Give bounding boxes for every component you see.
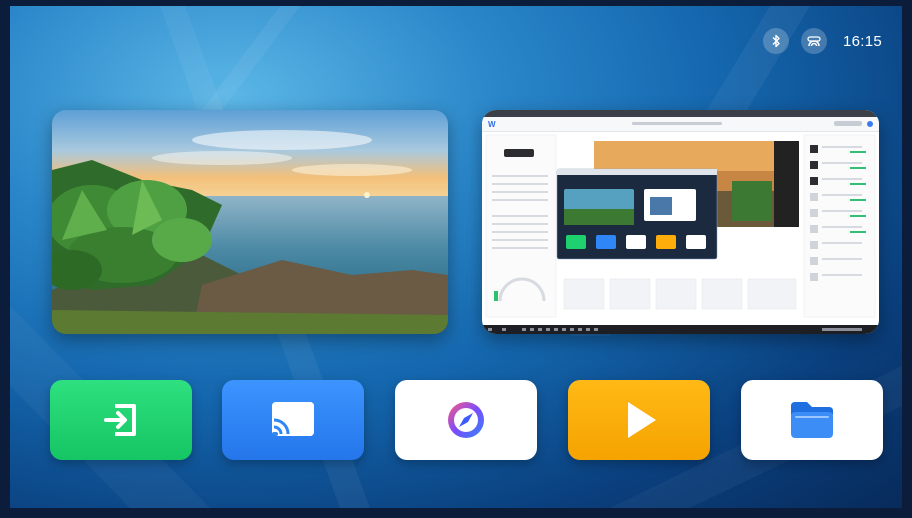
folder-icon bbox=[791, 402, 833, 438]
cast-preview-card[interactable]: W bbox=[482, 110, 879, 334]
tv-home-screen: 16:15 W bbox=[10, 6, 902, 508]
browser-button[interactable] bbox=[395, 380, 537, 460]
mirrored-taskbar bbox=[482, 325, 879, 334]
mirrored-browser-tabs bbox=[482, 110, 879, 117]
input-source-icon bbox=[104, 404, 136, 436]
screen-mirroring-icon[interactable] bbox=[800, 28, 827, 54]
bluetooth-icon[interactable] bbox=[762, 28, 789, 54]
mirrored-app-header: W bbox=[482, 117, 879, 132]
screen-cast-icon bbox=[272, 402, 314, 436]
wallpaper-preview-card[interactable] bbox=[52, 110, 448, 334]
status-bar: 16:15 bbox=[762, 28, 882, 54]
clock: 16:15 bbox=[842, 32, 882, 50]
svg-text:W: W bbox=[488, 120, 496, 129]
video-player-button[interactable] bbox=[568, 380, 710, 460]
mirrored-desktop bbox=[485, 134, 876, 318]
compass-icon bbox=[448, 402, 484, 438]
screen-cast-button[interactable] bbox=[222, 380, 364, 460]
input-source-button[interactable] bbox=[50, 380, 192, 460]
app-dock bbox=[50, 380, 884, 460]
coastline-photo bbox=[52, 110, 448, 334]
file-manager-button[interactable] bbox=[741, 380, 883, 460]
play-icon bbox=[628, 402, 656, 438]
